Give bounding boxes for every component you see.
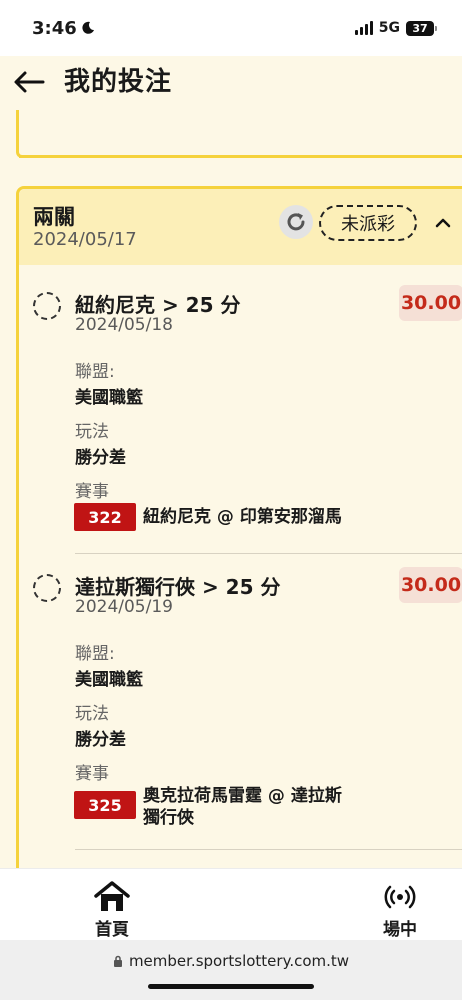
- previous-bet-card[interactable]: [16, 110, 462, 158]
- bet-type: 兩關: [33, 205, 75, 229]
- match-label: 賽事: [75, 482, 109, 502]
- moon-icon: [82, 21, 94, 34]
- play-label: 玩法: [75, 704, 109, 724]
- signal-icon: [354, 21, 373, 35]
- match-name-line: 獨行俠: [143, 808, 194, 828]
- match-id-badge: 325: [74, 791, 136, 819]
- match-name: 奧克拉荷馬雷霆 @ 達拉斯 獨行俠: [143, 785, 342, 829]
- play-label: 玩法: [75, 422, 109, 442]
- url-display: member.sportslottery.com.tw: [0, 952, 462, 970]
- leg-odds: 30.00: [399, 567, 462, 603]
- status-indicators: 5G 37: [354, 20, 437, 36]
- status-time: 3:46: [32, 18, 95, 39]
- match-label: 賽事: [75, 764, 109, 784]
- leg-status-icon: [33, 292, 61, 320]
- league-label: 聯盟:: [75, 644, 115, 664]
- back-arrow-icon: [14, 71, 45, 93]
- bet-card-header[interactable]: 兩關 2024/05/17 未派彩: [19, 189, 462, 265]
- bet-card: 兩關 2024/05/17 未派彩 紐約尼克 > 25 分 2024/05/18…: [16, 186, 462, 886]
- leg-selection: 達拉斯獨行俠 > 25 分: [75, 575, 281, 599]
- lock-icon: [113, 955, 122, 967]
- payout-status-badge: 未派彩: [319, 205, 417, 241]
- leg-selection: 紐約尼克 > 25 分: [75, 293, 241, 317]
- home-indicator: [148, 984, 314, 989]
- battery-icon: 37: [406, 20, 437, 36]
- play-value: 勝分差: [75, 448, 126, 468]
- match-name: 紐約尼克 @ 印第安那溜馬: [143, 507, 342, 527]
- match-id-badge: 322: [74, 503, 136, 531]
- refresh-icon: [287, 213, 305, 231]
- collapse-button[interactable]: [431, 211, 455, 235]
- refresh-button[interactable]: [279, 205, 313, 239]
- play-value: 勝分差: [75, 730, 126, 750]
- bet-date: 2024/05/17: [33, 229, 137, 250]
- back-button[interactable]: [0, 62, 58, 102]
- battery-level: 37: [412, 21, 428, 35]
- bottom-nav: 首頁 場中: [0, 868, 462, 940]
- nav-home-label: 首頁: [95, 920, 129, 940]
- nav-live[interactable]: 場中: [370, 881, 430, 940]
- league-label: 聯盟:: [75, 362, 115, 382]
- leg-date: 2024/05/18: [75, 315, 173, 335]
- status-bar: 3:46 5G 37: [0, 0, 462, 56]
- home-icon: [94, 881, 130, 911]
- leg-divider: [75, 849, 462, 850]
- match-name-line: 奧克拉荷馬雷霆 @ 達拉斯: [143, 786, 342, 806]
- nav-live-label: 場中: [383, 920, 417, 940]
- live-broadcast-icon: [384, 885, 416, 909]
- url-text: member.sportslottery.com.tw: [128, 952, 350, 970]
- network-type: 5G: [378, 20, 400, 36]
- chevron-up-icon: [435, 218, 451, 228]
- leg-divider: [75, 553, 462, 554]
- leg-odds: 30.00: [399, 285, 462, 321]
- leg-date: 2024/05/19: [75, 597, 173, 617]
- league-value: 美國職籃: [75, 388, 143, 408]
- clock: 3:46: [32, 17, 77, 39]
- payout-status-label: 未派彩: [341, 214, 395, 235]
- nav-home[interactable]: 首頁: [82, 881, 142, 940]
- browser-url-bar[interactable]: member.sportslottery.com.tw: [0, 940, 462, 1000]
- leg-status-icon: [33, 574, 61, 602]
- page-title: 我的投注: [64, 67, 173, 97]
- league-value: 美國職籃: [75, 670, 143, 690]
